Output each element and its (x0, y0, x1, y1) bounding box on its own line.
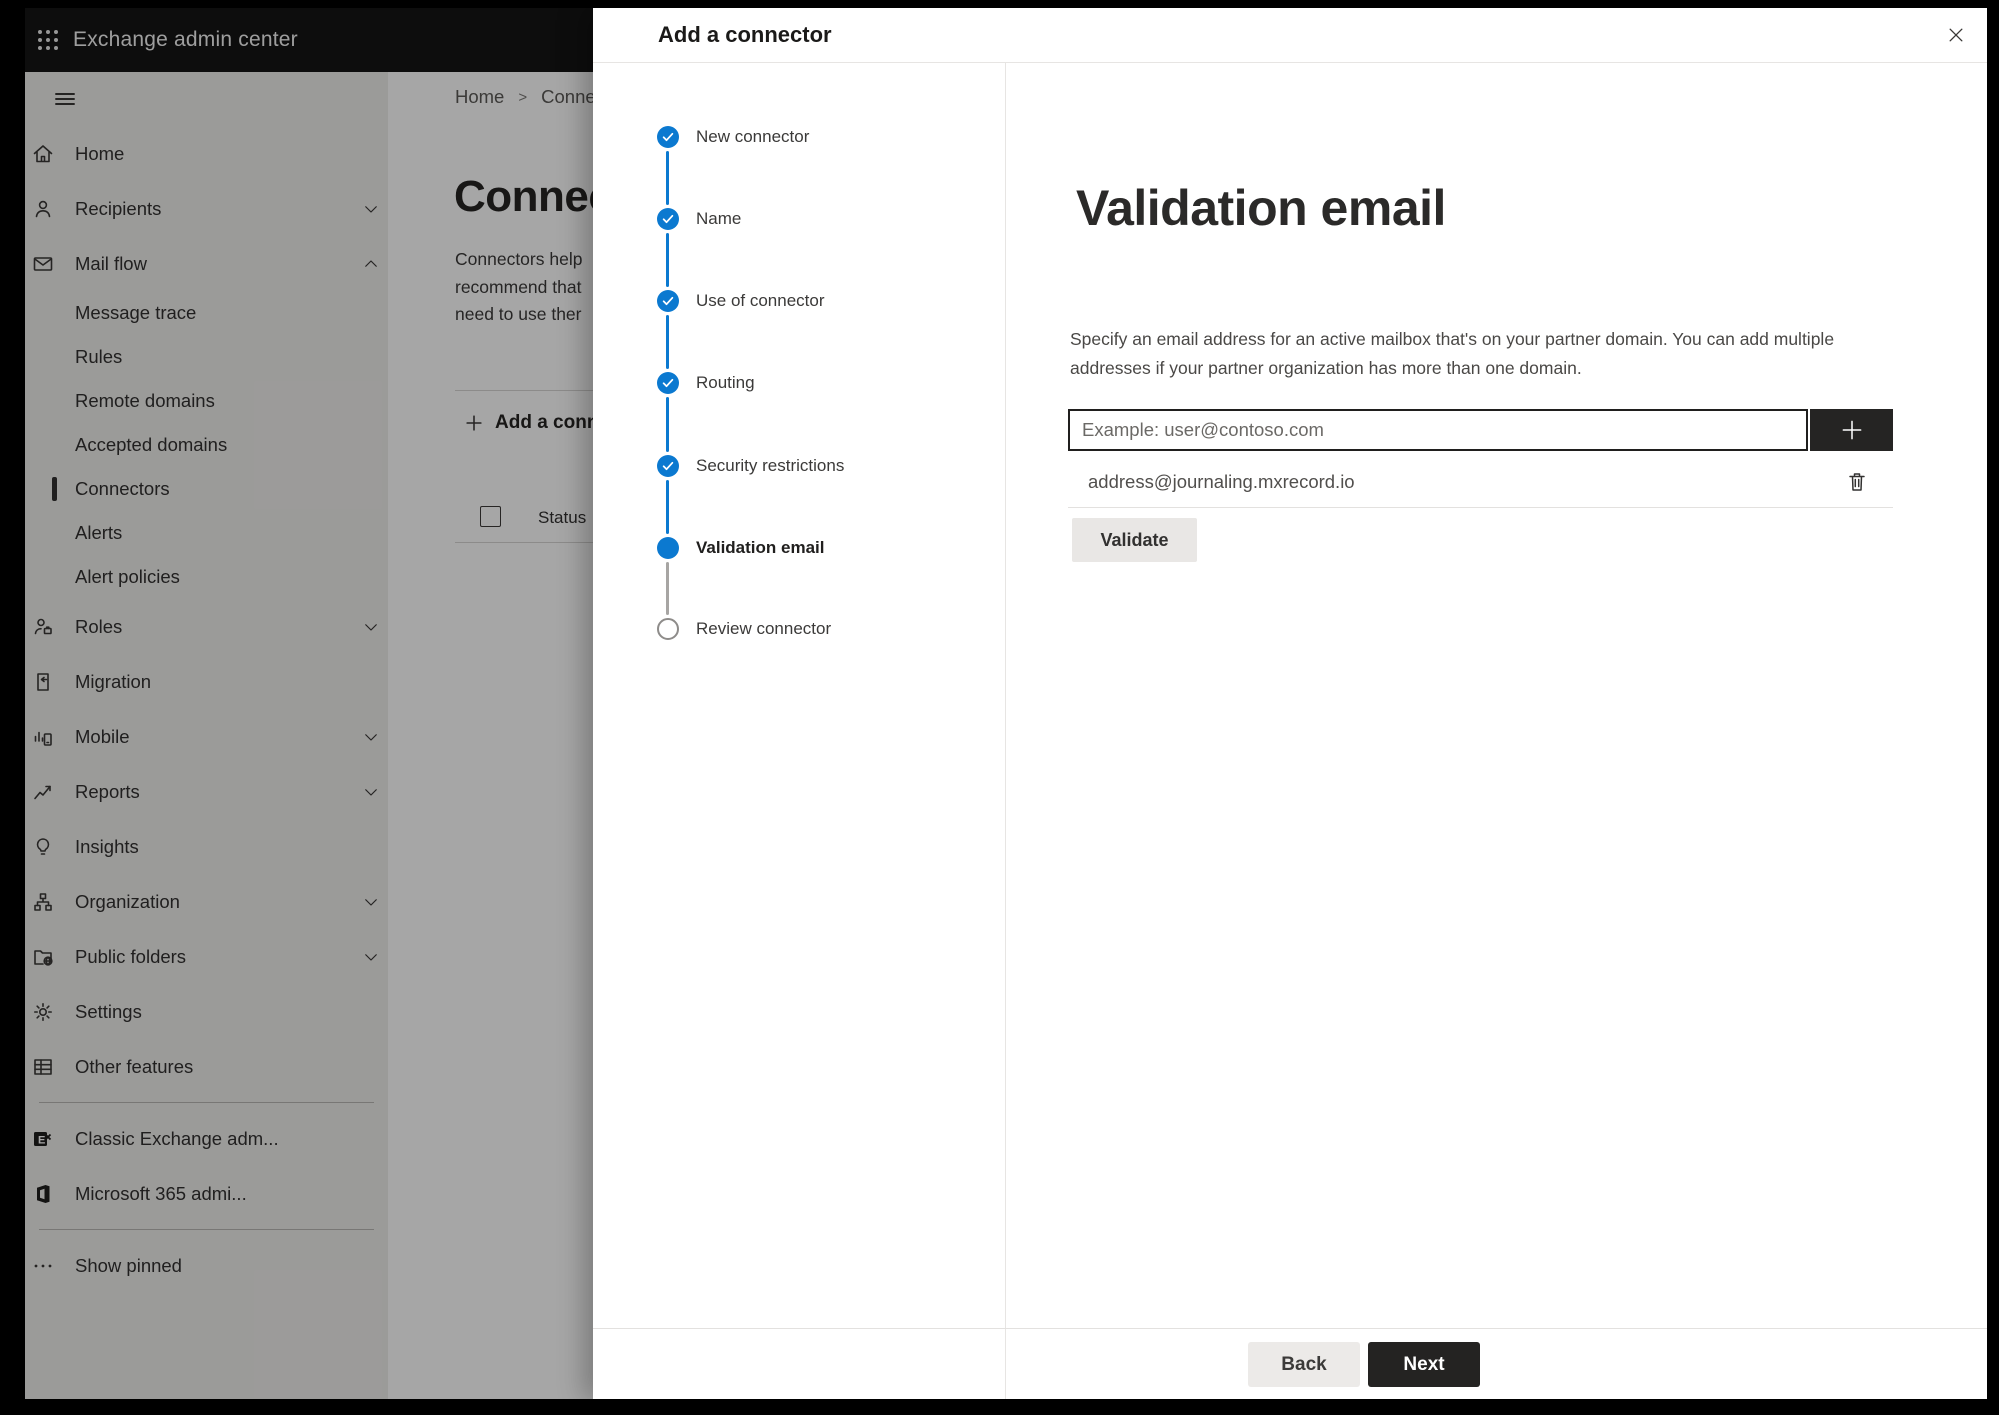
dialog-header: Add a connector (593, 8, 1987, 63)
delete-address-button[interactable] (1839, 464, 1875, 500)
step-label: Name (696, 209, 742, 228)
step-upcoming-icon (657, 618, 679, 640)
step-label: Security restrictions (696, 456, 845, 475)
dialog-footer-divider (593, 1328, 1987, 1329)
step-label: Routing (696, 373, 755, 392)
stepper-divider (1005, 62, 1006, 1399)
address-row-divider (1068, 507, 1893, 508)
plus-icon (1842, 420, 1861, 440)
step-current-icon (657, 537, 679, 559)
validate-button[interactable]: Validate (1072, 518, 1197, 562)
next-button[interactable]: Next (1368, 1342, 1480, 1387)
step-completed-icon (657, 208, 679, 230)
app-window: Exchange admin center Home Recipients Ma… (25, 8, 1987, 1399)
dialog-title: Add a connector (658, 22, 832, 47)
back-button[interactable]: Back (1248, 1342, 1360, 1387)
add-email-button[interactable] (1810, 409, 1893, 451)
add-connector-dialog: Add a connector New connector Name Use o… (593, 8, 1987, 1399)
added-address-row: address@journaling.mxrecord.io (1068, 459, 1893, 505)
step-connector-line (666, 315, 669, 369)
step-completed-icon (657, 290, 679, 312)
step-connector-line (666, 562, 669, 615)
step-completed-icon (657, 455, 679, 477)
step-label: Use of connector (696, 291, 825, 310)
step-completed-icon (657, 372, 679, 394)
dialog-step-description: Specify an email address for an active m… (1070, 329, 1835, 378)
step-label: Validation email (696, 538, 825, 557)
email-address-input[interactable] (1068, 409, 1808, 451)
step-connector-line (666, 397, 669, 452)
step-connector-line (666, 233, 669, 287)
close-button[interactable] (1944, 23, 1968, 47)
trash-icon (1849, 473, 1865, 491)
step-completed-icon (657, 126, 679, 148)
step-label: New connector (696, 127, 810, 146)
step-label: Review connector (696, 619, 832, 638)
dialog-step-heading: Validation email (1076, 180, 1446, 236)
step-connector-line (666, 151, 669, 205)
added-address-value: address@journaling.mxrecord.io (1088, 471, 1355, 492)
step-connector-line (666, 480, 669, 534)
close-icon (1949, 28, 1963, 42)
